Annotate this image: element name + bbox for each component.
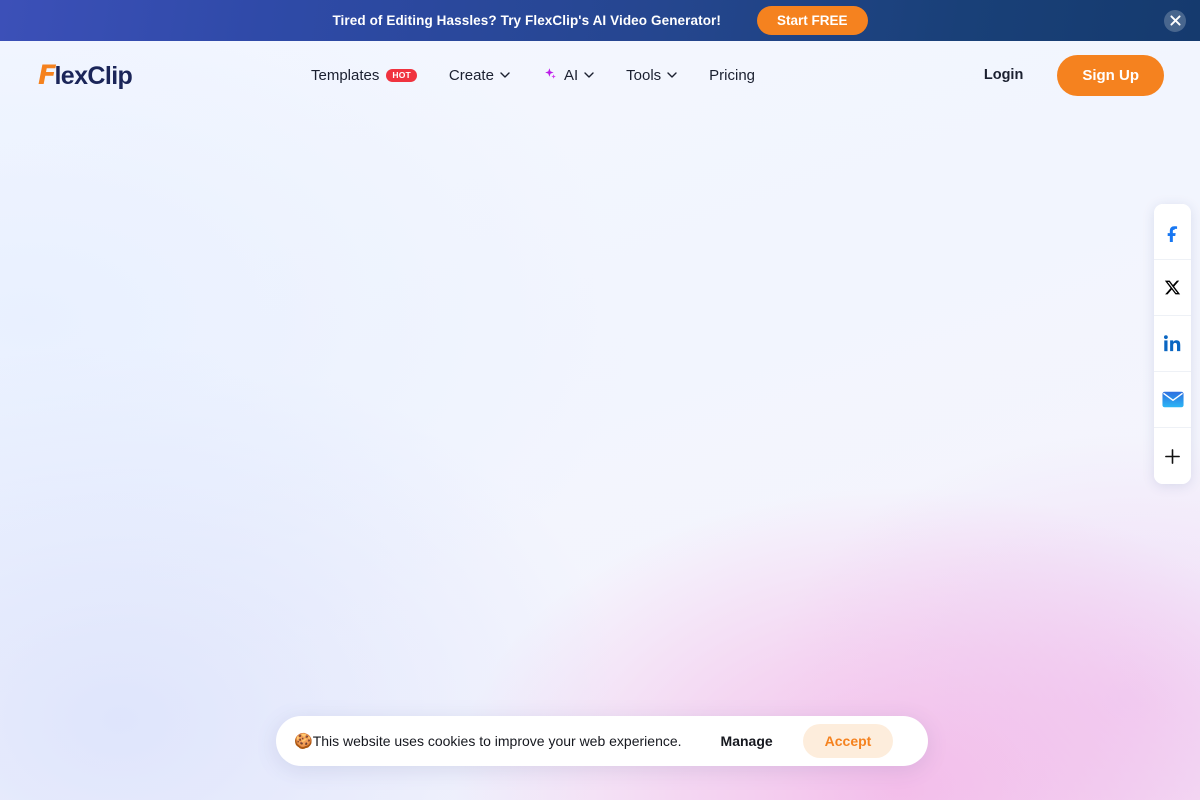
nav-item-label: Pricing — [709, 66, 756, 84]
cookie-message: 🍪 This website uses cookies to improve y… — [294, 733, 682, 749]
chevron-down-icon — [584, 72, 594, 78]
logo-mark: F — [38, 59, 56, 91]
share-facebook-button[interactable] — [1154, 204, 1191, 260]
signup-button[interactable]: Sign Up — [1057, 54, 1164, 96]
cookie-message-text: This website uses cookies to improve you… — [312, 733, 682, 749]
flexclip-logo[interactable]: F lexClip — [38, 59, 133, 91]
nav-item-label: AI — [563, 66, 579, 84]
chevron-down-icon — [500, 72, 510, 78]
nav-item-pricing[interactable]: Pricing — [709, 67, 755, 84]
cookie-consent-bar: 🍪 This website uses cookies to improve y… — [276, 716, 928, 766]
nav-item-create[interactable]: Create — [449, 67, 532, 84]
share-email-button[interactable] — [1154, 372, 1191, 428]
header-actions: Login Sign Up — [984, 54, 1164, 96]
manage-cookies-button[interactable]: Manage — [721, 733, 773, 749]
accept-cookies-button[interactable]: Accept — [802, 724, 894, 758]
facebook-icon — [1167, 225, 1177, 242]
hot-badge: HOT — [386, 68, 417, 82]
logo-wordmark: lexClip — [54, 61, 133, 90]
primary-nav: Templates HOT Create AI Tools Pricing — [311, 66, 755, 84]
promo-banner: Tired of Editing Hassles? Try FlexClip's… — [0, 0, 1200, 41]
nav-item-templates[interactable]: Templates HOT — [311, 67, 439, 84]
promo-banner-message: Tired of Editing Hassles? Try FlexClip's… — [332, 13, 722, 28]
close-icon[interactable] — [1164, 9, 1186, 32]
nav-item-tools[interactable]: Tools — [626, 67, 699, 84]
chevron-down-icon — [667, 72, 677, 78]
site-header: F lexClip Templates HOT Create AI Tools — [0, 41, 1200, 109]
nav-item-label: Tools — [626, 66, 662, 84]
share-x-twitter-button[interactable] — [1154, 260, 1191, 316]
social-share-rail — [1154, 204, 1191, 484]
close-glyph — [1169, 15, 1181, 26]
start-free-button[interactable]: Start FREE — [757, 6, 868, 35]
page-background — [0, 0, 1200, 800]
x-twitter-icon — [1164, 280, 1181, 295]
login-link[interactable]: Login — [984, 67, 1023, 83]
linkedin-icon — [1163, 335, 1181, 352]
plus-icon — [1165, 448, 1180, 464]
share-linkedin-button[interactable] — [1154, 316, 1191, 372]
share-more-button[interactable] — [1154, 428, 1191, 484]
sparkle-icon — [545, 68, 556, 79]
nav-item-ai[interactable]: AI — [542, 66, 616, 84]
nav-item-label: Templates — [311, 66, 380, 84]
envelope-icon — [1161, 391, 1184, 408]
cookie-icon: 🍪 — [294, 732, 313, 750]
nav-item-label: Create — [448, 66, 494, 84]
